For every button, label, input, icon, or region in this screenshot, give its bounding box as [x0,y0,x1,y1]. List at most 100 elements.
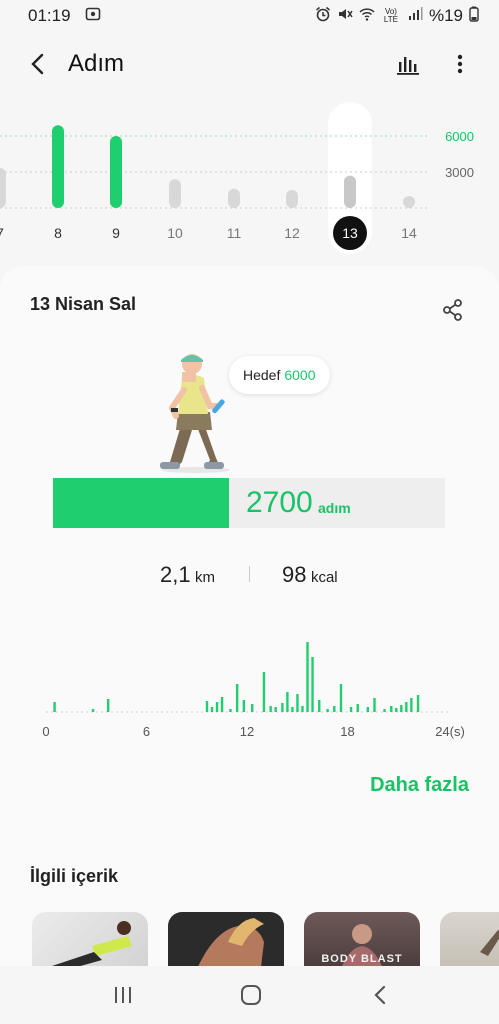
hour-bar [269,706,272,712]
more-options-button[interactable] [447,51,473,77]
day-bar-14 [403,196,415,208]
recents-button[interactable] [108,982,138,1008]
more-vert-icon [457,54,463,74]
day-label-12: 12 [284,225,300,241]
screenshot-icon [85,6,101,27]
hour-bar [229,709,232,712]
goal-axis-label: 6000 [445,129,474,144]
daily-stats: 2,1 km 98 kcal [0,562,499,592]
home-icon [241,985,261,1005]
hour-bar [286,692,289,712]
hour-bar [220,697,224,712]
hour-bar [91,709,95,712]
alarm-icon [315,6,331,27]
calories-value: 98 [282,562,307,587]
chart-view-button[interactable] [395,51,421,77]
selected-date: 13 Nisan Sal [30,294,137,314]
back-button[interactable] [22,48,54,80]
related-thumb-arm[interactable] [168,912,284,966]
day-bar-8 [52,125,64,208]
bar-chart-icon [397,57,419,75]
share-button[interactable] [441,298,465,322]
hour-label-0: 0 [42,724,49,739]
hour-bar [383,709,386,712]
day-label-9: 9 [112,225,120,241]
day-label-13: 13 [342,225,358,241]
hour-bar [339,684,343,712]
distance-unit: km [195,569,216,586]
hour-bar [301,706,304,712]
hour-bar [296,694,299,712]
share-icon [443,299,462,321]
hour-bar [210,707,214,712]
hour-bar [326,709,329,712]
day-bar-12 [286,190,298,208]
battery-text: %19 [428,6,463,25]
day-bar-13 [344,175,356,208]
svg-text:BODY BLAST: BODY BLAST [321,953,402,965]
hour-bar [262,672,266,712]
hour-bar [373,698,376,712]
hourly-steps-chart: 0 6 12 18 24(s) [42,642,465,739]
day-label-7: 7 [0,225,4,241]
hour-bar [306,642,309,712]
battery-icon [469,6,479,27]
hour-bar [281,703,284,712]
app-bar: Adım [0,36,499,92]
hour-bar [242,700,246,712]
hour-bar [366,707,369,712]
mute-icon [337,6,353,27]
hour-label-12: 12 [240,724,254,739]
day-bar-9 [110,136,122,208]
day-bar-10 [169,179,181,208]
hour-bar [106,699,110,712]
status-time: 01:19 [28,6,71,25]
hour-bar [274,707,277,712]
goal-value: 6000 [284,367,316,383]
daily-summary-card: 13 Nisan Sal Hedef 6000 2700 adım 2,1 km… [0,266,499,966]
recents-icon [115,987,131,1003]
signal-icon [407,6,423,27]
distance-stat: 2,1 km [160,562,215,588]
nav-back-icon [374,985,386,1005]
wifi-icon [359,6,375,27]
hour-label-24: 24(s) [435,724,465,739]
hour-label-6: 6 [143,724,150,739]
calories-stat: 98 kcal [282,562,338,588]
related-thumb-stretch[interactable] [32,912,148,966]
more-button[interactable]: Daha fazla [370,774,469,797]
calories-unit: kcal [310,569,338,586]
related-thumb-body-blast[interactable]: BODY BLAST [304,912,420,966]
mid-axis-label: 3000 [445,165,474,180]
day-label-11: 11 [227,225,242,241]
hour-bar [215,702,219,712]
distance-value: 2,1 [160,562,191,587]
hour-bar [395,708,398,712]
hour-bar [390,706,393,712]
volte-label: Vo) LTE [383,7,398,24]
stats-divider [249,566,250,582]
hour-label-18: 18 [340,724,354,739]
hour-bar [205,701,209,712]
hour-bar [356,704,359,712]
weekly-steps-chart[interactable]: 6000 3000 7 8 9 10 11 12 13 14 [0,100,499,260]
goal-label: Hedef [243,367,281,383]
hour-bar [410,698,413,712]
hour-bar [53,702,56,712]
hour-bar [349,707,353,712]
hour-bar [318,700,321,712]
related-content-list[interactable]: BODY BLAST [0,912,499,966]
related-thumb-beach[interactable] [440,912,499,966]
hour-bar [235,684,239,712]
hour-bar [333,706,336,712]
related-content-title: İlgili içerik [30,866,119,886]
hour-bar [251,704,254,712]
home-button[interactable] [236,982,266,1008]
back-arrow-icon [31,53,44,75]
steps-unit: adım [318,500,351,516]
steps-count: 2700 [246,486,313,519]
system-nav-bar [0,966,499,1024]
hour-bar [416,695,420,712]
hour-bar [291,707,294,712]
nav-back-button[interactable] [366,982,396,1008]
